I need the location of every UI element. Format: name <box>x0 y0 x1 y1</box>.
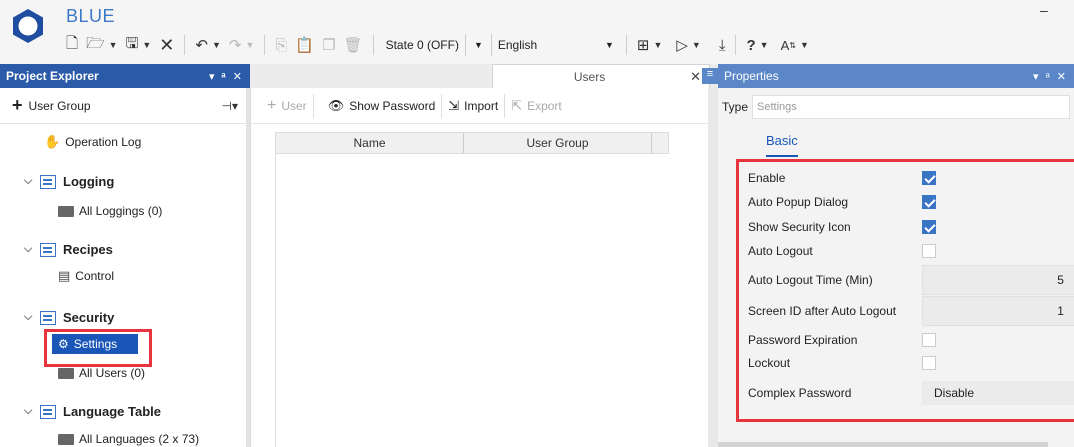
chevron-down-icon[interactable]: ⌵ <box>24 311 40 324</box>
tree-item-all-users[interactable]: All Users (0) <box>58 366 145 380</box>
chevron-down-icon: ▼ <box>604 40 614 50</box>
users-panel: + User 👁 Show Password ⇲ Import ⇱ Export Nam… <box>250 88 708 447</box>
highlight-box-properties <box>736 159 1074 422</box>
show-password-button[interactable]: 👁 Show Password <box>322 93 443 118</box>
users-toolbar: + User 👁 Show Password ⇲ Import ⇱ Export <box>251 88 708 124</box>
tree-item-control[interactable]: ▤ Control <box>58 268 114 284</box>
font-size-icon[interactable]: A ⇅ ▼ <box>777 33 813 57</box>
chevron-down-icon: ▼ <box>473 40 483 50</box>
save-icon[interactable]: 🖫 ▼ <box>122 33 156 57</box>
run-icon[interactable]: ▷ ▼ <box>672 33 704 57</box>
highlight-box-settings <box>44 329 152 367</box>
recipes-icon <box>40 242 56 257</box>
document-tab-bar: Users ✕ ≡ <box>250 64 718 88</box>
properties-title: Properties <box>724 69 779 83</box>
undo-icon[interactable]: ↶ ▼ <box>191 33 225 57</box>
download-icon[interactable]: ⤓ <box>715 33 730 57</box>
import-button[interactable]: ⇲ Import <box>442 93 506 118</box>
users-grid-header: Name User Group <box>275 132 669 154</box>
panel-tools-icon[interactable]: ▾ ᵃ ✕ <box>1033 70 1068 83</box>
tab-users[interactable]: Users ✕ <box>492 64 710 88</box>
layout-icon[interactable]: ⊞ ▼ <box>633 33 667 57</box>
properties-panel: Type Settings Basic Enable Auto Popup Di… <box>718 88 1074 447</box>
toolbar-divider <box>184 35 186 55</box>
project-explorer-header: Project Explorer ▾ ᵃ ✕ <box>0 64 250 88</box>
project-explorer-title: Project Explorer <box>6 69 99 83</box>
folder-icon <box>58 367 74 379</box>
tree-item-operation-log[interactable]: ✋ Operation Log <box>44 134 141 150</box>
properties-header: Properties ▾ ᵃ ✕ <box>718 64 1074 88</box>
open-folder-icon[interactable]: 🗁 ▼ <box>82 33 122 57</box>
main-toolbar: 🗋 🗁 ▼ 🖫 ▼ ✕ ↶ ▼ ↷ ▼ ⎘ 📋 ❐ 🗑 State 0 (OFF) ▼ … <box>62 30 813 60</box>
language-table-icon <box>40 404 56 419</box>
logging-icon <box>40 174 56 189</box>
add-user-button[interactable]: + User <box>261 93 314 118</box>
close-icon[interactable]: ✕ <box>690 69 701 85</box>
folder-icon <box>58 433 74 445</box>
minimize-button[interactable]: – <box>1040 2 1048 18</box>
type-label: Type <box>722 100 749 114</box>
toolbar-divider <box>625 35 627 55</box>
control-icon: ▤ <box>58 268 71 283</box>
tree-item-security[interactable]: ⌵ Security <box>24 310 114 325</box>
plus-icon: + <box>267 96 277 114</box>
eye-icon: 👁 <box>327 97 345 113</box>
tree-item-recipes[interactable]: ⌵ Recipes <box>24 242 113 257</box>
toolbar-divider <box>372 35 374 55</box>
project-explorer-panel: + User Group ⊣▾ ✋ Operation Log ⌵ Loggin… <box>0 88 250 447</box>
add-user-group-button[interactable]: + User Group <box>12 95 91 116</box>
security-icon <box>40 310 56 325</box>
new-file-icon[interactable]: 🗋 <box>62 33 82 57</box>
toolbar-divider <box>264 35 266 55</box>
chevron-down-icon[interactable]: ⌵ <box>24 243 40 256</box>
copy-icon[interactable]: ⎘ <box>271 33 291 57</box>
export-button[interactable]: ⇱ Export <box>505 94 568 118</box>
title-bar: BLUE – 🗋 🗁 ▼ 🖫 ▼ ✕ ↶ ▼ ↷ ▼ ⎘ 📋 ❐ 🗑 State 0 (… <box>0 0 1074 64</box>
duplicate-icon[interactable]: ❐ <box>318 33 339 57</box>
import-icon: ⇲ <box>448 97 460 113</box>
redo-icon[interactable]: ↷ ▼ <box>225 33 259 57</box>
tree-item-all-languages[interactable]: All Languages (2 x 73) <box>58 432 199 446</box>
app-title: BLUE <box>66 6 116 26</box>
language-select[interactable]: English ▼ <box>492 34 620 56</box>
close-x-icon[interactable]: ✕ <box>155 33 178 57</box>
delete-icon[interactable]: 🗑 <box>340 33 367 57</box>
paste-icon[interactable]: 📋 <box>291 33 318 57</box>
users-grid-border <box>275 154 276 447</box>
export-icon: ⇱ <box>511 97 523 113</box>
tree-item-all-loggings[interactable]: All Loggings (0) <box>58 204 162 218</box>
type-row: Type Settings <box>718 94 1074 120</box>
toolbar-divider <box>735 35 737 55</box>
tree-item-language-table[interactable]: ⌵ Language Table <box>24 404 161 419</box>
tab-basic[interactable]: Basic <box>766 133 798 157</box>
type-field[interactable]: Settings <box>752 95 1070 119</box>
panel-tools-icon[interactable]: ▾ ᵃ ✕ <box>209 70 244 83</box>
project-explorer-toolbar: + User Group ⊣▾ <box>0 88 250 124</box>
hand-icon: ✋ <box>44 134 61 149</box>
chevron-down-icon[interactable]: ⌵ <box>24 405 40 418</box>
tree-item-logging[interactable]: ⌵ Logging <box>24 174 114 189</box>
properties-scrollbar[interactable] <box>718 442 1048 447</box>
state-dropdown-arrow[interactable]: ▼ <box>464 34 492 56</box>
pin-dropdown-icon[interactable]: ⊣▾ <box>222 99 238 113</box>
state-select[interactable]: State 0 (OFF) <box>380 34 465 56</box>
chevron-down-icon[interactable]: ⌵ <box>24 175 40 188</box>
column-header-name[interactable]: Name <box>276 133 464 153</box>
help-icon[interactable]: ? ▼ <box>742 33 772 57</box>
tab-menu-icon[interactable]: ≡ <box>702 68 718 84</box>
plus-icon: + <box>12 95 23 115</box>
folder-icon <box>58 205 74 217</box>
column-header-user-group[interactable]: User Group <box>464 133 652 153</box>
center-scrollbar[interactable] <box>708 88 718 447</box>
app-logo-icon <box>13 9 43 43</box>
